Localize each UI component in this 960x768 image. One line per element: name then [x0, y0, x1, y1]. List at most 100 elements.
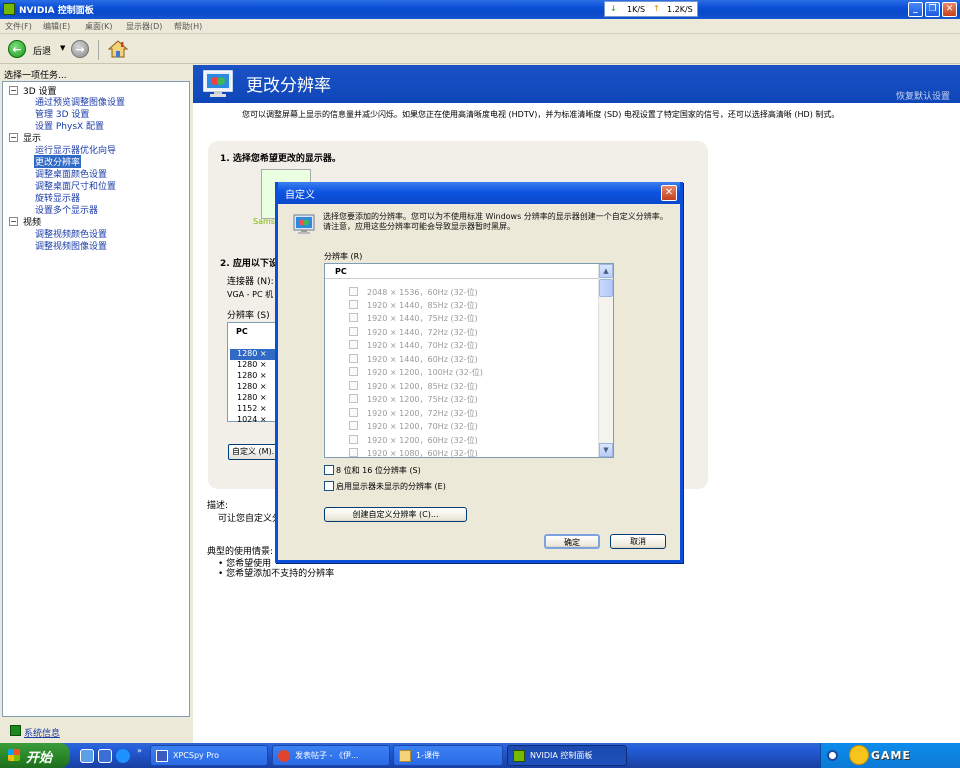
- network-meter: ↓ 1K/S ↑ 1.2K/S: [604, 1, 698, 17]
- list-item[interactable]: 2048 × 1536，60Hz (32-位): [349, 287, 478, 298]
- list-item[interactable]: 1920 × 1200，85Hz (32-位): [349, 381, 478, 392]
- tree-item-multiple-displays[interactable]: 设置多个显示器: [35, 203, 98, 216]
- back-button-label[interactable]: 后退: [33, 44, 51, 57]
- dialog-message: 选择您要添加的分辨率。您可以为不使用标准 Windows 分辨率的显示器创建一个…: [323, 212, 668, 231]
- back-arrow-icon[interactable]: ←: [8, 40, 26, 58]
- nvidia-icon: [513, 750, 525, 762]
- taskbar: 开始 » XPCSpy Pro 发表帖子 - 《伊... 1-课件 NVIDIA…: [0, 743, 960, 768]
- menu-display[interactable]: 显示器(D): [126, 21, 162, 32]
- option-unsupported[interactable]: 启用显示器未显示的分辨率 (E): [324, 481, 446, 492]
- collapse-video-icon[interactable]: −: [9, 217, 18, 226]
- task-button-xpcspy[interactable]: XPCSpy Pro: [150, 745, 268, 766]
- checkbox[interactable]: [349, 394, 358, 403]
- checkbox[interactable]: [349, 327, 358, 336]
- minimize-button[interactable]: _: [908, 2, 923, 17]
- checkbox[interactable]: [324, 465, 334, 475]
- window-titlebar[interactable]: NVIDIA 控制面板 ↓ 1K/S ↑ 1.2K/S _ ❐ ✕: [0, 0, 960, 19]
- dialog-resolution-list[interactable]: PC 2048 × 1536，60Hz (32-位) 1920 × 1440，8…: [324, 263, 614, 458]
- download-speed: 1K/S: [627, 5, 646, 14]
- checkbox[interactable]: [349, 435, 358, 444]
- quicklaunch-ie-icon[interactable]: [80, 749, 94, 763]
- resolution-list-header: PC: [236, 327, 248, 336]
- checkbox[interactable]: [349, 381, 358, 390]
- list-item[interactable]: 1920 × 1440，70Hz (32-位): [349, 340, 478, 351]
- list-item[interactable]: 1920 × 1200，100Hz (32-位): [349, 367, 483, 378]
- restore-button[interactable]: ❐: [925, 2, 940, 17]
- scroll-thumb[interactable]: [599, 279, 613, 297]
- checkbox[interactable]: [349, 367, 358, 376]
- quicklaunch-chevron-icon[interactable]: »: [137, 746, 142, 755]
- list-item[interactable]: 1920 × 1200，72Hz (32-位): [349, 408, 478, 419]
- checkbox[interactable]: [349, 421, 358, 430]
- checkbox[interactable]: [349, 300, 358, 309]
- tray-mascot-icon: [849, 745, 869, 765]
- list-item[interactable]: 1920 × 1440，60Hz (32-位): [349, 354, 478, 365]
- home-icon[interactable]: [108, 40, 128, 58]
- step1-heading: 1. 选择您希望更改的显示器。: [220, 154, 341, 164]
- list-item[interactable]: 1920 × 1200，75Hz (32-位): [349, 394, 478, 405]
- list-item-label: 1920 × 1200，60Hz (32-位): [367, 436, 478, 445]
- checkbox[interactable]: [349, 354, 358, 363]
- page-intro: 您可以调整屏幕上显示的信息量并减少闪烁。如果您正在使用高清晰度电视 (HDTV)…: [242, 110, 840, 119]
- tree-item-video-image[interactable]: 调整视频图像设置: [35, 239, 107, 252]
- checkbox[interactable]: [324, 481, 334, 491]
- tray-network-icon[interactable]: [827, 750, 838, 761]
- menu-desktop[interactable]: 桌面(K): [85, 21, 113, 32]
- collapse-3d-icon[interactable]: −: [9, 86, 18, 95]
- option-8-16-bit[interactable]: 8 位和 16 位分辨率 (S): [324, 465, 421, 476]
- close-button[interactable]: ✕: [942, 2, 957, 17]
- scroll-up-icon[interactable]: ▲: [599, 264, 613, 278]
- menu-edit[interactable]: 编辑(E): [43, 21, 70, 32]
- menu-bar: 文件(F) 编辑(E) 桌面(K) 显示器(D) 帮助(H): [0, 19, 960, 34]
- checkbox[interactable]: [349, 313, 358, 322]
- list-item-label: 2048 × 1536，60Hz (32-位): [367, 288, 478, 297]
- menu-help[interactable]: 帮助(H): [174, 21, 202, 32]
- quicklaunch-desktop-icon[interactable]: [98, 749, 112, 763]
- scroll-down-icon[interactable]: ▼: [599, 443, 613, 457]
- checkbox[interactable]: [349, 448, 358, 457]
- dialog-close-button[interactable]: ✕: [661, 185, 677, 201]
- start-button[interactable]: 开始: [0, 743, 70, 768]
- list-item[interactable]: 1920 × 1080，60Hz (32-位): [349, 448, 478, 457]
- collapse-display-icon[interactable]: −: [9, 133, 18, 142]
- description-text: 可让您自定义分: [218, 514, 282, 524]
- system-info-icon[interactable]: [10, 725, 21, 736]
- back-dropdown-icon[interactable]: ▼: [60, 44, 65, 52]
- task-button-folder[interactable]: 1-课件: [393, 745, 503, 766]
- list-divider: [325, 278, 599, 279]
- folder-icon: [399, 750, 411, 762]
- quicklaunch-browser-icon[interactable]: [116, 749, 130, 763]
- checkbox[interactable]: [349, 287, 358, 296]
- task-pane: 选择一项任务... − 3D 设置 通过预览调整图像设置 管理 3D 设置 设置…: [0, 65, 192, 743]
- usage-item: • 您希望添加不支持的分辨率: [218, 569, 335, 579]
- option-label: 8 位和 16 位分辨率 (S): [336, 466, 421, 475]
- task-label: NVIDIA 控制面板: [530, 751, 593, 760]
- task-label: 发表帖子 - 《伊...: [295, 751, 359, 760]
- list-item[interactable]: 1920 × 1440，72Hz (32-位): [349, 327, 478, 338]
- task-button-nvidia[interactable]: NVIDIA 控制面板: [507, 745, 627, 766]
- dialog-title: 自定义: [285, 190, 315, 201]
- cancel-button[interactable]: 取消: [610, 534, 666, 549]
- toolbar-separator: [98, 40, 99, 60]
- ok-button[interactable]: 确定: [544, 534, 600, 549]
- restore-defaults-link[interactable]: 恢复默认设置: [896, 89, 950, 102]
- dialog-titlebar[interactable]: 自定义 ✕: [278, 182, 680, 204]
- list-item[interactable]: 1920 × 1200，70Hz (32-位): [349, 421, 478, 432]
- system-info-link[interactable]: 系统信息: [24, 726, 60, 739]
- checkbox[interactable]: [349, 408, 358, 417]
- checkbox[interactable]: [349, 340, 358, 349]
- create-custom-resolution-button[interactable]: 创建自定义分辨率 (C)...: [324, 507, 467, 522]
- menu-file[interactable]: 文件(F): [5, 21, 32, 32]
- forward-arrow-icon[interactable]: →: [71, 40, 89, 58]
- upload-speed: 1.2K/S: [667, 5, 693, 14]
- tree-item-physx[interactable]: 设置 PhysX 配置: [35, 119, 104, 132]
- task-button-browser[interactable]: 发表帖子 - 《伊...: [272, 745, 390, 766]
- list-item-label: 1920 × 1440，72Hz (32-位): [367, 328, 478, 337]
- list-scrollbar[interactable]: ▲ ▼: [598, 264, 613, 457]
- list-item[interactable]: 1920 × 1440，75Hz (32-位): [349, 313, 478, 324]
- list-item[interactable]: 1920 × 1440，85Hz (32-位): [349, 300, 478, 311]
- connector-value[interactable]: VGA - PC 机: [227, 289, 273, 300]
- windows-logo-icon: [8, 749, 20, 761]
- download-arrow-icon: ↓: [610, 4, 617, 13]
- list-item[interactable]: 1920 × 1200，60Hz (32-位): [349, 435, 478, 446]
